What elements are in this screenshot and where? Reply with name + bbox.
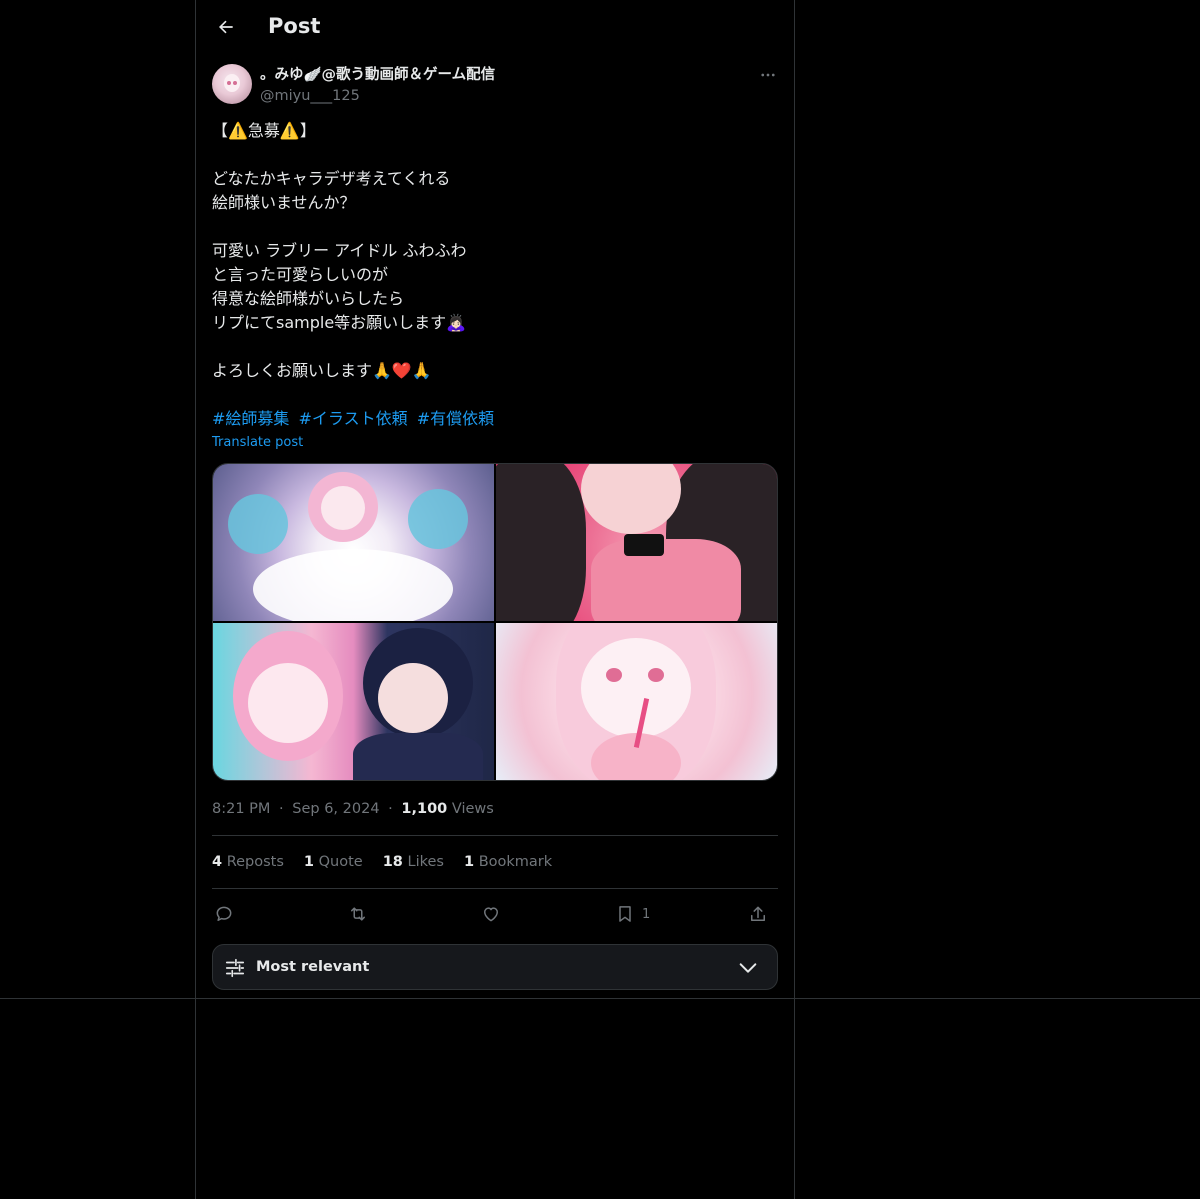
reply-sort-dropdown[interactable]: Most relevant [212,944,778,990]
post-header: Post [196,0,794,54]
divider [212,888,778,889]
divider [212,835,778,836]
views-count: 1,100 [401,801,448,817]
views-label: Views [451,801,494,817]
post-meta: 8:21 PM · Sep 6, 2024 · 1,100 Views [212,798,494,820]
post-actions: 1 [212,898,778,930]
post-image-2[interactable] [496,464,777,621]
share-button[interactable] [748,898,768,930]
bookmark-count: 1 [642,906,651,922]
arrow-left-icon [219,20,233,34]
bookmark-icon [619,906,631,922]
meta-separator: · [279,801,284,817]
post-stats: 4 Reposts 1 Quote 18 Likes 1 Bookmark [212,851,552,873]
hashtag-link[interactable]: #有償依頼 [417,409,494,428]
more-options-button[interactable] [754,64,782,86]
hashtag-link[interactable]: #絵師募集 [212,409,289,428]
likes-stat[interactable]: 18 Likes [383,851,444,873]
back-button[interactable] [210,11,242,43]
more-icon [761,73,775,77]
sliders-icon [225,958,245,978]
post-image-1[interactable] [213,464,494,621]
primary-column: Post 。みゆ🪽@歌う動画師＆ゲーム配信 @miyu___125 【⚠️急募⚠… [195,0,795,1199]
post-date[interactable]: Sep 6, 2024 [292,801,379,817]
like-button[interactable] [481,898,501,930]
avatar[interactable] [212,64,252,104]
reply-button[interactable] [214,898,234,930]
author-handle[interactable]: @miyu___125 [260,86,360,106]
page-title: Post [268,14,321,38]
repost-icon [351,907,365,921]
reply-icon [216,906,232,921]
reposts-stat[interactable]: 4 Reposts [212,851,284,873]
post-text: 【⚠️急募⚠️】 どなたかキャラデザ考えてくれる 絵師様いませんか？ 可愛い ラ… [212,121,467,380]
chevron-down-icon [739,963,757,973]
hashtag-list: #絵師募集 #イラスト依頼 #有償依頼 [212,407,498,431]
translate-post-link[interactable]: Translate post [212,434,303,452]
repost-button[interactable] [348,898,368,930]
share-icon [751,906,765,921]
bookmark-button[interactable]: 1 [615,898,650,930]
post-author: 。みゆ🪽@歌う動画師＆ゲーム配信 @miyu___125 [212,64,778,108]
page-divider [0,998,1200,999]
post-time[interactable]: 8:21 PM [212,801,270,817]
hashtag-link[interactable]: #イラスト依頼 [299,409,408,428]
quotes-stat[interactable]: 1 Quote [304,851,363,873]
post-image-4[interactable] [496,623,777,780]
like-icon [484,907,498,922]
sort-label: Most relevant [256,959,370,975]
media-grid [212,463,778,781]
author-display-name[interactable]: 。みゆ🪽@歌う動画師＆ゲーム配信 [260,65,495,85]
bookmarks-stat[interactable]: 1 Bookmark [464,851,552,873]
meta-separator: · [388,801,393,817]
post-image-3[interactable] [213,623,494,780]
